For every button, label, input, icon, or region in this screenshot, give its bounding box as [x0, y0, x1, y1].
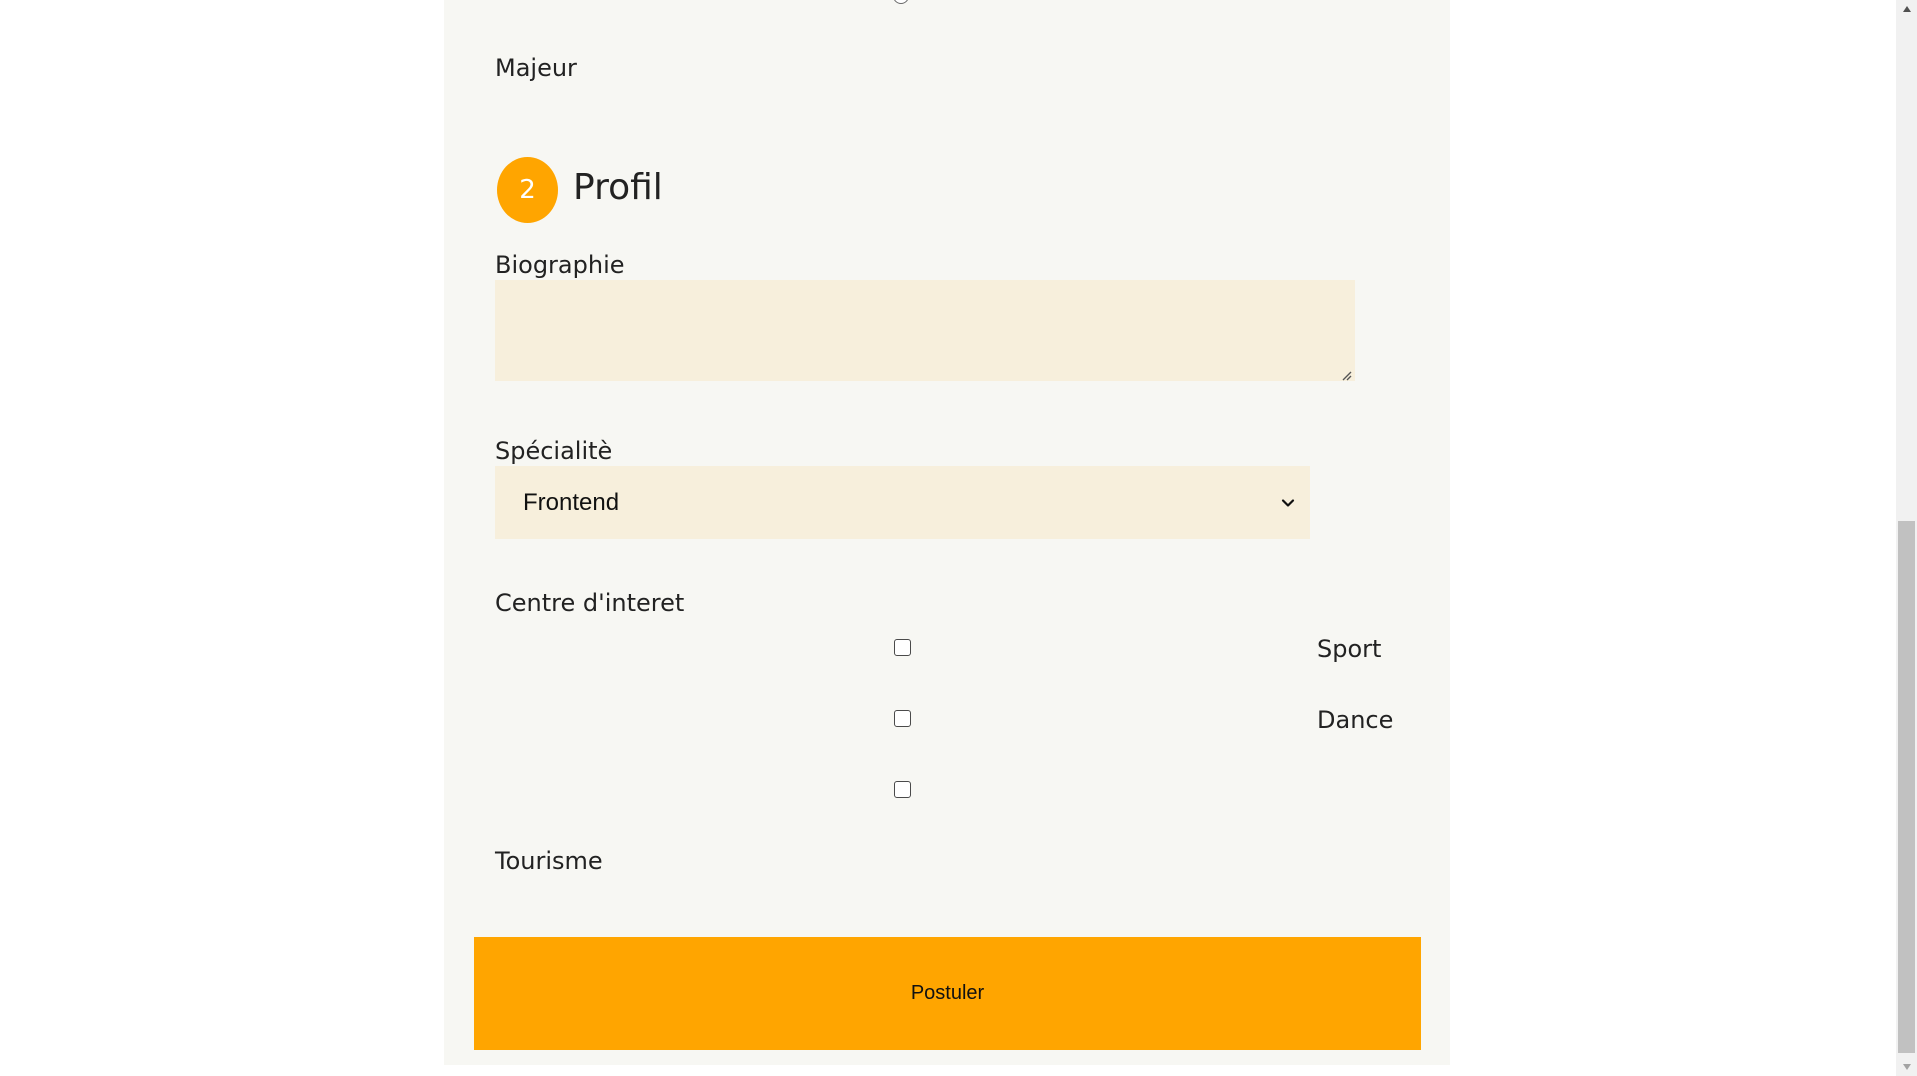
interest-label-dance: Dance [1317, 706, 1394, 734]
age-option-label: Majeur [495, 54, 577, 82]
arrow-down-icon[interactable] [1896, 1058, 1917, 1076]
interest-checkbox-dance[interactable] [894, 710, 911, 727]
biography-textarea[interactable] [495, 280, 1355, 381]
speciality-select[interactable]: Frontend [495, 466, 1310, 539]
scrollbar-thumb[interactable] [1898, 521, 1915, 1053]
interest-label-sport: Sport [1317, 635, 1382, 663]
speciality-label: Spécialitè [495, 437, 613, 465]
page: Majeur 2 Profil Biographie Spécialitè Fr… [0, 0, 1917, 1076]
vertical-scrollbar[interactable] [1896, 0, 1917, 1076]
arrow-up-icon[interactable] [1896, 0, 1917, 18]
interest-label-tourisme: Tourisme [495, 847, 603, 875]
speciality-selected-value: Frontend [523, 488, 620, 516]
interests-label: Centre d'interet [495, 589, 685, 617]
step-number: 2 [519, 175, 536, 205]
biography-label: Biographie [495, 251, 625, 279]
resize-grip-icon[interactable] [1340, 366, 1352, 381]
interest-checkbox-tourisme[interactable] [894, 781, 911, 798]
step-number-badge: 2 [497, 157, 558, 223]
section-title: Profil [573, 167, 663, 208]
submit-button[interactable]: Postuler [474, 937, 1421, 1050]
chevron-down-icon [1276, 491, 1300, 515]
interest-checkbox-sport[interactable] [894, 639, 911, 656]
